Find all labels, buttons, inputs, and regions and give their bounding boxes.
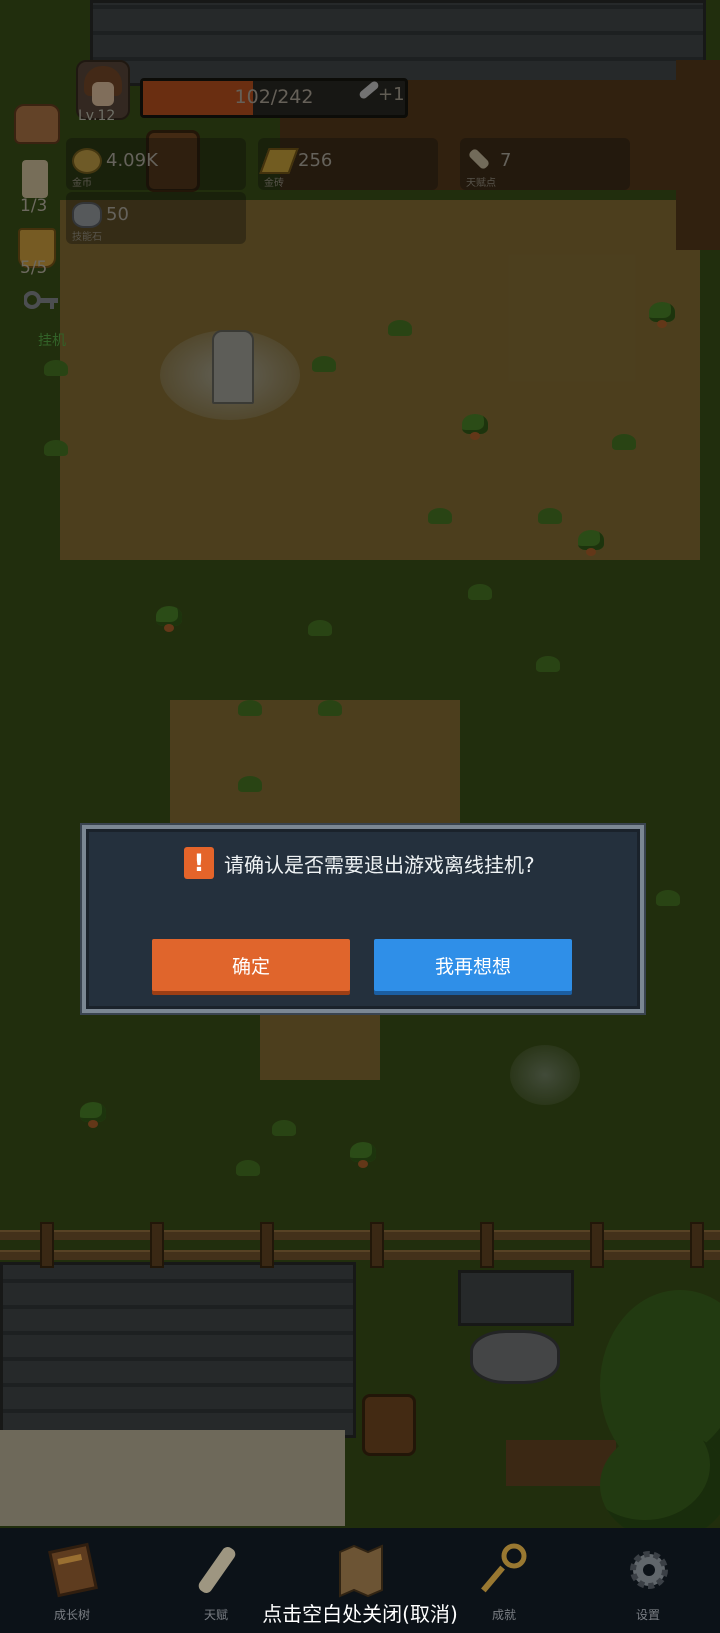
exit-confirm-dialog: ! 请确认是否需要退出游戏离线挂机? 确定 我再想想 <box>82 825 644 1013</box>
scroll-icon <box>198 1547 236 1593</box>
key-icon <box>481 1543 527 1593</box>
map-icon <box>339 1544 383 1598</box>
gear-icon <box>630 1551 668 1589</box>
modal-overlay[interactable] <box>0 0 720 1633</box>
book-icon <box>48 1542 98 1598</box>
close-hint[interactable]: 点击空白处关闭(取消) <box>0 1598 720 1627</box>
dialog-message: 请确认是否需要退出游戏离线挂机? <box>224 853 535 877</box>
confirm-button[interactable]: 确定 <box>152 939 350 991</box>
exclamation-icon: ! <box>184 847 214 879</box>
cancel-button[interactable]: 我再想想 <box>374 939 572 991</box>
